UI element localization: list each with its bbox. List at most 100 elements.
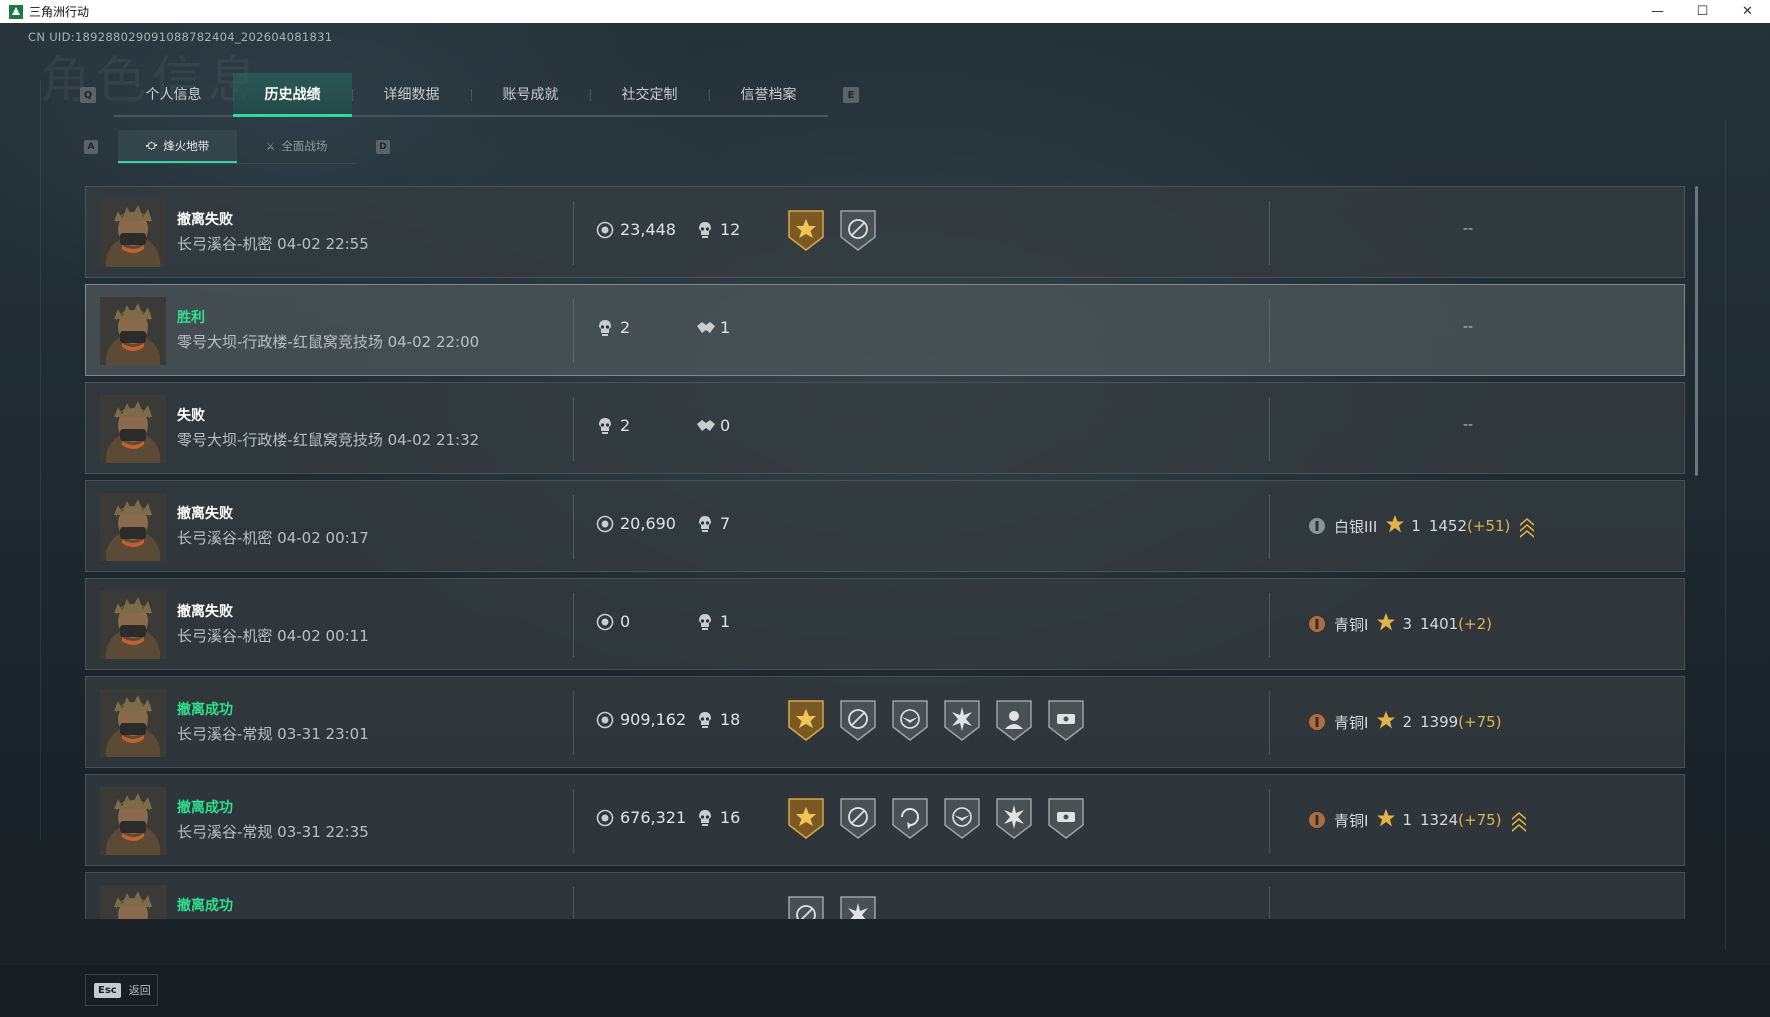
rank-points-wrap: 1399(+75) [1420, 713, 1502, 731]
tab-3[interactable]: 账号成就 [471, 73, 590, 115]
assists-stat: 1 [696, 318, 730, 337]
achievement-badges [786, 893, 878, 919]
rank-delta: (+51) [1467, 517, 1511, 535]
sub-tab-1[interactable]: ⚔ 全面战场 [237, 130, 356, 162]
sub-tab-label: 全面战场 [281, 139, 328, 153]
match-record-row[interactable]: 撤离失败 长弓溪谷-机密 04-02 22:55 23,448 12 -- [85, 186, 1685, 278]
row-divider [1269, 201, 1270, 265]
match-record-row[interactable]: 胜利 零号大坝-行政楼-红鼠窝竞技场 04-02 22:00 2 1 -- [85, 284, 1685, 376]
rank-tier: 白银III [1334, 517, 1378, 536]
key-hint-e[interactable]: E [843, 87, 859, 103]
hud-decor-line [40, 80, 41, 840]
kills-stat: 1 [696, 612, 730, 631]
gold-star-badge[interactable] [786, 697, 826, 743]
achievement-badges [786, 795, 1086, 841]
maximize-button[interactable]: ☐ [1680, 0, 1725, 23]
row-divider [573, 299, 574, 363]
skull-icon [596, 417, 614, 435]
cash-badge[interactable] [1046, 697, 1086, 743]
operator-avatar [100, 591, 166, 659]
row-divider [1269, 887, 1270, 919]
rank-stars: 1 [1385, 514, 1421, 538]
burst-badge[interactable] [838, 893, 878, 919]
loot-value: 23,448 [620, 220, 676, 239]
rank-points: 1452 [1428, 517, 1468, 535]
row-divider [573, 691, 574, 755]
key-hint-a[interactable]: A [84, 140, 98, 154]
operator-avatar [100, 297, 166, 365]
rank-change: 白银III 1 1452(+51) [1308, 514, 1536, 538]
kill-count: 18 [720, 710, 741, 729]
rank-empty: -- [1463, 221, 1474, 237]
tab-1[interactable]: 历史战绩 [233, 73, 352, 117]
rank-empty: -- [1463, 417, 1474, 433]
row-divider [573, 201, 574, 265]
loot-value-stat: 909,162 [596, 710, 686, 729]
kill-count: 2 [620, 318, 631, 337]
eagle-badge[interactable] [942, 795, 982, 841]
kills-stat: 2 [596, 318, 630, 337]
rank-delta: (+2) [1458, 615, 1492, 633]
operator-avatar [100, 689, 166, 757]
match-record-row[interactable]: 撤离成功 长弓溪谷-常规 03-31 23:01 909,162 18 青铜I 2 1399… [85, 676, 1685, 768]
row-divider [573, 495, 574, 559]
skull-icon [696, 711, 714, 729]
burst-badge[interactable] [994, 795, 1034, 841]
tab-0[interactable]: 个人信息 [114, 73, 233, 115]
window-title: 三角洲行动 [29, 5, 90, 19]
match-record-row[interactable]: 撤离成功 长弓溪谷-常规 03-31 22:35 676,321 16 青铜I 1 1324… [85, 774, 1685, 866]
loot-value: 0 [620, 612, 631, 631]
rank-points: 1324 [1419, 811, 1459, 829]
gold-star-badge[interactable] [786, 207, 826, 253]
cash-badge[interactable] [1046, 795, 1086, 841]
tab-4[interactable]: 社交定制 [590, 73, 709, 115]
crosshair-badge[interactable] [838, 207, 878, 253]
match-history-list[interactable]: 撤离失败 长弓溪谷-机密 04-02 22:55 23,448 12 -- 胜利 零号大坝… [85, 186, 1685, 919]
operator-avatar [100, 787, 166, 855]
rank-stars: 2 [1376, 710, 1412, 734]
key-hint-q[interactable]: Q [80, 87, 96, 103]
match-result: 撤离失败 [177, 604, 233, 620]
rank-tier-icon [1308, 517, 1326, 535]
match-result: 撤离成功 [177, 702, 233, 718]
sub-tab-0[interactable]: ⛮ 烽火地带 [118, 130, 237, 163]
minimize-button[interactable]: — [1635, 0, 1680, 23]
row-divider [573, 593, 574, 657]
crosshair-badge[interactable] [838, 697, 878, 743]
row-divider [1269, 593, 1270, 657]
list-scrollbar[interactable] [1695, 186, 1698, 476]
kill-count: 7 [720, 514, 731, 533]
back-label: 返回 [128, 984, 151, 997]
eagle-badge[interactable] [890, 697, 930, 743]
rotate-badge[interactable] [890, 795, 930, 841]
map-and-time: 长弓溪谷-常规 03-31 22:35 [177, 823, 369, 841]
battlefield-icon: ⚔ [265, 139, 276, 153]
loot-value-stat: 23,448 [596, 220, 676, 239]
rank-tier: 青铜I [1334, 615, 1369, 634]
value-icon [596, 221, 614, 239]
sub-tab-label: 烽火地带 [163, 138, 210, 153]
match-record-row[interactable]: 失败 零号大坝-行政楼-红鼠窝竞技场 04-02 21:32 2 0 -- [85, 382, 1685, 474]
crosshair-badge[interactable] [786, 893, 826, 919]
crosshair-badge[interactable] [838, 795, 878, 841]
key-hint-d[interactable]: D [376, 140, 390, 154]
close-button[interactable]: ✕ [1725, 0, 1770, 23]
row-divider [1269, 789, 1270, 853]
match-record-row[interactable]: 撤离失败 长弓溪谷-机密 04-02 00:17 20,690 7 白银III 1 1452… [85, 480, 1685, 572]
burst-badge[interactable] [942, 697, 982, 743]
gold-star-badge[interactable] [786, 795, 826, 841]
map-and-time: 长弓溪谷-机密 04-02 00:11 [177, 627, 369, 645]
main-tab-row: 个人信息 历史战绩 详细数据 账号成就 社交定制 信誉档案 [114, 73, 828, 117]
hud-decor-line [1725, 120, 1726, 950]
operator-badge[interactable] [994, 697, 1034, 743]
loot-value: 20,690 [620, 514, 676, 533]
rank-points-wrap: 1401(+2) [1420, 615, 1492, 633]
match-record-row[interactable]: 撤离失败 长弓溪谷-机密 04-02 00:11 0 1 青铜I 3 1401(+2) [85, 578, 1685, 670]
match-record-row[interactable]: 撤离成功 [85, 872, 1685, 919]
row-divider [1269, 397, 1270, 461]
tab-5[interactable]: 信誉档案 [709, 73, 828, 115]
value-icon [596, 613, 614, 631]
back-button[interactable]: Esc 返回 [85, 974, 158, 1006]
tab-2[interactable]: 详细数据 [352, 73, 471, 115]
row-divider [1269, 691, 1270, 755]
